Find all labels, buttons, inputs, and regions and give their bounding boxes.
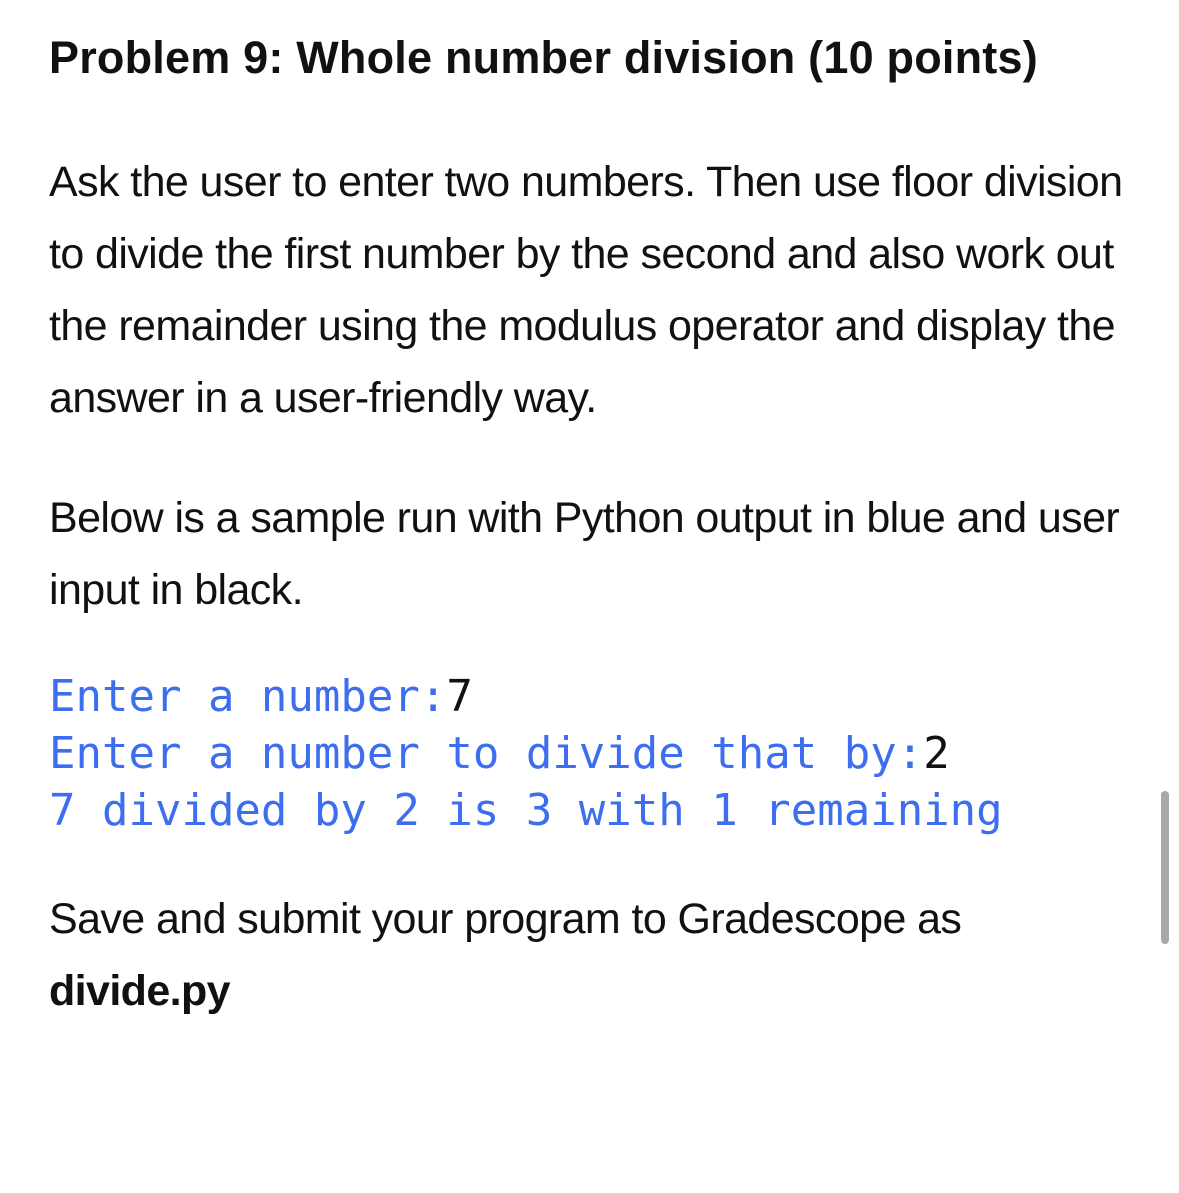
submit-text: Save and submit your program to Gradesco… — [49, 895, 962, 943]
sample-run-line: Enter a number to divide that by:2 — [49, 725, 1129, 782]
sample-run-code-block: Enter a number:7 Enter a number to divide… — [49, 668, 1129, 839]
python-output: Enter a number: — [49, 671, 447, 722]
sample-intro-paragraph: Below is a sample run with Python output… — [49, 494, 1120, 614]
instructions-paragraph: Ask the user to enter two numbers. Then … — [49, 158, 1123, 422]
filename: divide.py — [49, 967, 231, 1015]
user-input: 7 — [446, 671, 473, 722]
python-output: 7 divided by 2 is 3 with 1 remaining — [49, 785, 1003, 836]
sample-run-line: Enter a number:7 — [49, 668, 1129, 725]
document-content: Problem 9: Whole number division (10 poi… — [49, 22, 1129, 1027]
submit-paragraph: Save and submit your program to Gradesco… — [49, 883, 1129, 1027]
vertical-scrollbar[interactable] — [1161, 791, 1169, 944]
python-output: Enter a number to divide that by: — [49, 728, 924, 779]
problem-title: Problem 9: Whole number division (10 poi… — [49, 32, 1038, 83]
sample-run-line: 7 divided by 2 is 3 with 1 remaining — [49, 782, 1129, 839]
user-input: 2 — [923, 728, 950, 779]
